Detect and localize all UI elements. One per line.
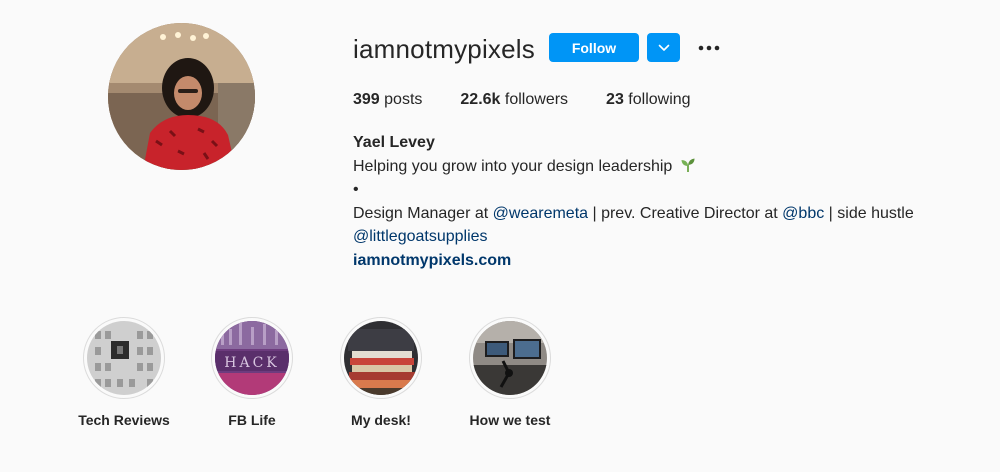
more-options-button[interactable] <box>693 36 725 60</box>
svg-text:HACK: HACK <box>224 355 280 371</box>
profile-avatar[interactable] <box>108 23 255 170</box>
highlight-ring <box>469 317 551 399</box>
highlight-ring <box>340 317 422 399</box>
bio-text: | prev. Creative Director at <box>588 204 783 222</box>
highlight-label: Tech Reviews <box>78 412 170 428</box>
mention-wearemeta[interactable]: @wearemeta <box>493 205 588 222</box>
highlight-thumbnail <box>87 321 161 395</box>
profile-bio: Yael Levey Helping you grow into your de… <box>353 131 914 272</box>
followers-stat[interactable]: 22.6k followers <box>460 91 568 109</box>
bio-tagline-line: Helping you grow into your design leader… <box>353 155 914 179</box>
highlight-thumbnail: HACK <box>215 321 289 395</box>
bio-mention-line: @littlegoatsupplies <box>353 225 914 249</box>
bio-bullet: • <box>353 181 359 198</box>
profile-username: iamnotmypixels <box>353 34 535 64</box>
following-stat[interactable]: 23 following <box>606 91 691 109</box>
profile-stats: 399 posts 22.6k followers 23 following <box>353 91 729 109</box>
follow-button[interactable]: Follow <box>549 33 639 62</box>
profile-full-name: Yael Levey <box>353 134 435 151</box>
highlight-my-desk[interactable]: My desk! <box>326 317 436 428</box>
followers-count: 22.6k <box>460 91 501 108</box>
highlight-thumbnail <box>344 321 418 395</box>
website-link[interactable]: iamnotmypixels.com <box>353 252 511 269</box>
highlight-label: How we test <box>469 412 551 428</box>
posts-label: posts <box>384 91 423 108</box>
highlight-fb-life[interactable]: HACK FB Life <box>197 317 307 428</box>
suggested-dropdown-button[interactable] <box>647 33 680 62</box>
following-label: following <box>628 91 691 108</box>
highlight-tech-reviews[interactable]: Tech Reviews <box>69 317 179 428</box>
bio-website-line: iamnotmypixels.com <box>353 249 914 273</box>
bio-text: Design Manager at <box>353 204 493 222</box>
posts-stat: 399 posts <box>353 91 422 109</box>
highlight-label: FB Life <box>228 412 276 428</box>
chevron-down-icon <box>658 44 669 51</box>
followers-label: followers <box>504 91 569 108</box>
mention-littlegoatsupplies[interactable]: @littlegoatsupplies <box>353 228 488 245</box>
seedling-icon <box>681 158 695 172</box>
following-count: 23 <box>606 91 624 108</box>
posts-count: 399 <box>353 91 380 108</box>
more-dots-icon <box>698 45 720 51</box>
bio-description-line: Design Manager at @wearemeta | prev. Cre… <box>353 202 914 226</box>
highlight-how-we-test[interactable]: How we test <box>455 317 565 428</box>
bio-tagline: Helping you grow into your design leader… <box>353 157 673 175</box>
highlight-ring: HACK <box>211 317 293 399</box>
bio-text: | side hustle <box>824 204 914 222</box>
highlight-thumbnail <box>473 321 547 395</box>
highlight-ring <box>83 317 165 399</box>
mention-bbc[interactable]: @bbc <box>782 205 824 222</box>
highlight-label: My desk! <box>351 412 411 428</box>
avatar-photo <box>108 23 255 170</box>
